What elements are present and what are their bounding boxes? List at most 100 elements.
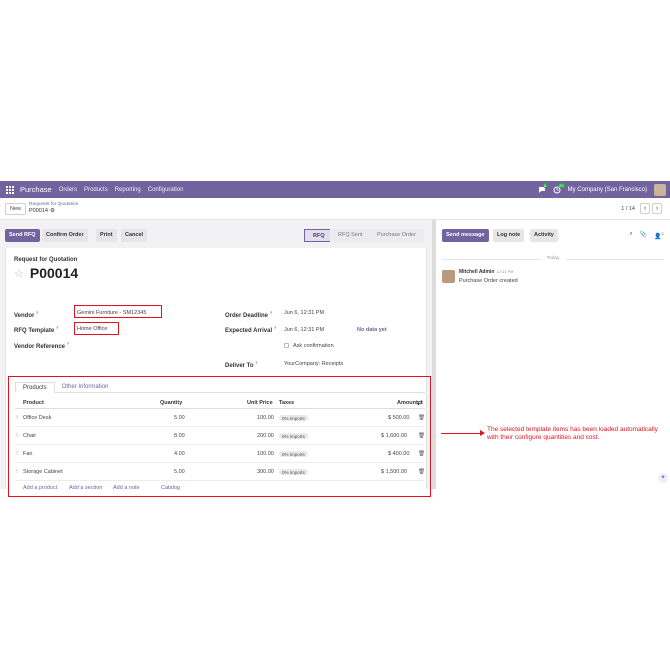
line-unit-price[interactable]: 100.00 xyxy=(257,451,274,457)
catalog-link[interactable]: Catalog xyxy=(161,485,180,491)
doc-type-label: Request for Quotation xyxy=(14,257,78,263)
order-deadline-field[interactable]: Jun 6, 12:31 PM xyxy=(284,310,324,316)
line-amount: $ 1,600.00 xyxy=(381,433,407,439)
table-header: Product Quantity Unit Price Taxes Amount… xyxy=(15,398,425,409)
odoo-app: Purchase Orders Products Reporting Confi… xyxy=(0,181,670,497)
user-avatar[interactable] xyxy=(654,183,666,196)
order-lines-section: Products Other Information Product Quant… xyxy=(8,376,431,497)
col-amount[interactable]: Amount xyxy=(397,400,418,406)
vendor-field[interactable]: Gemini Furniture - SM12345 xyxy=(77,310,146,316)
cancel-button[interactable]: Cancel xyxy=(121,229,148,242)
add-product-link[interactable]: Add a product xyxy=(23,485,57,491)
menu-configuration[interactable]: Configuration xyxy=(148,187,184,193)
assistant-icon[interactable]: ✦ xyxy=(658,473,668,483)
col-product[interactable]: Product xyxy=(23,400,44,406)
chat-icon[interactable]: 6 xyxy=(538,182,548,194)
line-tax-badge[interactable]: 0% Imports xyxy=(279,415,308,421)
trash-icon[interactable]: 🗑 xyxy=(418,433,425,439)
followers-icon[interactable]: 👤1 xyxy=(654,231,664,240)
drag-handle-icon[interactable]: ⠿ xyxy=(15,451,19,457)
stage-rfq-sent[interactable]: RFQ Sent xyxy=(330,229,371,242)
activity-badge: 29 xyxy=(557,182,566,188)
pager: 1 / 14 ‹ › xyxy=(621,203,662,214)
tab-products[interactable]: Products xyxy=(15,382,55,393)
search-icon[interactable]: ⌕ xyxy=(629,231,632,240)
doc-number: P00014 xyxy=(29,265,79,281)
print-button[interactable]: Print xyxy=(96,229,117,242)
ask-confirmation-toggle[interactable]: Ask confirmation xyxy=(284,343,334,349)
breadcrumb: Requests for Quotation P00014 ⚙ xyxy=(29,202,78,215)
vendor-label: Vendor ? xyxy=(14,310,39,319)
company-switcher[interactable]: My Company (San Francisco) xyxy=(568,187,647,193)
deliver-to-label: Deliver To ? xyxy=(225,360,258,369)
gear-icon[interactable]: ⚙ xyxy=(50,208,55,214)
app-name[interactable]: Purchase xyxy=(20,185,52,194)
column-settings-icon[interactable]: ⇄ xyxy=(417,399,423,407)
order-deadline-label: Order Deadline ? xyxy=(225,310,273,319)
page-title: ☆ P00014 xyxy=(14,265,78,281)
annotation-arrow xyxy=(441,433,483,434)
line-quantity[interactable]: 5.00 xyxy=(174,415,185,421)
rfq-template-field[interactable]: Home Office xyxy=(77,326,107,332)
message-time: 12:31 PM xyxy=(496,269,514,274)
table-row[interactable]: ⠿ Storage Cabinet 5.00 300.00 0% Imports… xyxy=(15,464,425,481)
trash-icon[interactable]: 🗑 xyxy=(418,415,425,421)
line-quantity[interactable]: 5.00 xyxy=(174,469,185,475)
breadcrumb-current: P00014 xyxy=(29,208,48,214)
activity-clock-icon[interactable]: 29 xyxy=(553,182,566,194)
line-tax-badge[interactable]: 0% Imports xyxy=(279,469,308,475)
line-product[interactable]: Office Desk xyxy=(23,415,51,421)
line-unit-price[interactable]: 100.00 xyxy=(257,415,274,421)
line-quantity[interactable]: 8.00 xyxy=(174,433,185,439)
trash-icon[interactable]: 🗑 xyxy=(418,451,425,457)
activity-button[interactable]: Activity xyxy=(530,229,558,242)
table-row[interactable]: ⠿ Office Desk 5.00 100.00 0% Imports $ 5… xyxy=(15,410,425,427)
avatar[interactable] xyxy=(442,270,455,283)
confirm-order-button[interactable]: Confirm Order xyxy=(42,229,88,242)
add-note-link[interactable]: Add a note xyxy=(113,485,140,491)
new-button[interactable]: New xyxy=(5,203,27,215)
line-tax-badge[interactable]: 0% Imports xyxy=(279,451,308,457)
menu-orders[interactable]: Orders xyxy=(59,187,77,193)
pager-previous-button[interactable]: ‹ xyxy=(640,203,650,214)
line-product[interactable]: Fan xyxy=(23,451,32,457)
pager-value[interactable]: 1 / 14 xyxy=(621,206,635,212)
drag-handle-icon[interactable]: ⠿ xyxy=(15,433,19,439)
col-quantity[interactable]: Quantity xyxy=(160,400,182,406)
line-tax-badge[interactable]: 0% Imports xyxy=(279,433,308,439)
chat-badge: 6 xyxy=(542,182,548,188)
log-note-button[interactable]: Log note xyxy=(493,229,525,242)
paperclip-icon[interactable]: 📎 xyxy=(640,231,647,240)
menu-products[interactable]: Products xyxy=(84,187,108,193)
menu-reporting[interactable]: Reporting xyxy=(115,187,141,193)
line-product[interactable]: Storage Cabinet xyxy=(23,469,63,475)
table-row[interactable]: ⠿ Chair 8.00 200.00 0% Imports $ 1,600.0… xyxy=(15,428,425,445)
drag-handle-icon[interactable]: ⠿ xyxy=(15,469,19,475)
notebook-tabs: Products Other Information xyxy=(15,382,115,393)
stage-purchase-order[interactable]: Purchase Order xyxy=(369,229,424,242)
message-body: Purchase Order created xyxy=(459,278,518,284)
add-section-link[interactable]: Add a section xyxy=(69,485,102,491)
col-unit-price[interactable]: Unit Price xyxy=(247,400,273,406)
send-rfq-button[interactable]: Send RFQ xyxy=(5,229,40,242)
control-panel: New Requests for Quotation P00014 ⚙ 1 / 1… xyxy=(0,198,670,220)
line-product[interactable]: Chair xyxy=(23,433,36,439)
expected-arrival-field[interactable]: Jun 6, 12:31 PM xyxy=(284,327,324,333)
send-message-button[interactable]: Send message xyxy=(442,229,489,242)
drag-handle-icon[interactable]: ⠿ xyxy=(15,415,19,421)
trash-icon[interactable]: 🗑 xyxy=(418,469,425,475)
line-quantity[interactable]: 4.00 xyxy=(174,451,185,457)
line-unit-price[interactable]: 200.00 xyxy=(257,433,274,439)
star-icon[interactable]: ☆ xyxy=(14,267,24,280)
checkbox[interactable] xyxy=(284,343,289,348)
form-sheet: Request for Quotation ☆ P00014 Vendor ? … xyxy=(5,248,431,497)
navbar-systray: 6 29 My Company (San Francisco) xyxy=(538,181,666,198)
pager-next-button[interactable]: › xyxy=(652,203,662,214)
col-taxes[interactable]: Taxes xyxy=(279,400,294,406)
line-unit-price[interactable]: 300.00 xyxy=(257,469,274,475)
table-row[interactable]: ⠿ Fan 4.00 100.00 0% Imports $ 400.00 🗑 xyxy=(15,446,425,463)
deliver-to-field[interactable]: YourCompany: Receipts xyxy=(284,361,343,367)
form-view: Send RFQ Confirm Order Print Cancel RFQ … xyxy=(0,220,432,497)
app-menu-grid-icon[interactable] xyxy=(6,185,14,194)
tab-other-information[interactable]: Other Information xyxy=(55,382,116,393)
